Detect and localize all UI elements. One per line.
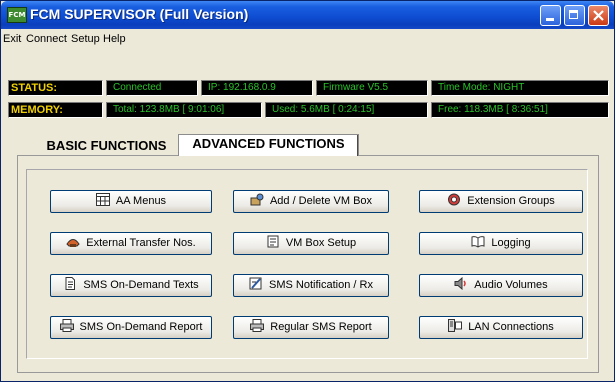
aa-menus-label: AA Menus bbox=[115, 195, 167, 207]
memory-used: Used: 5.6MB [ 0:24:15] bbox=[265, 102, 428, 118]
close-button[interactable] bbox=[588, 5, 609, 26]
add-delete-vm-box-button[interactable]: Add / Delete VM Box bbox=[233, 190, 389, 213]
network-icon bbox=[448, 319, 463, 332]
sms-notification-label: SMS Notification / Rx bbox=[269, 279, 373, 291]
menu-exit[interactable]: Exit bbox=[3, 33, 21, 45]
aa-menus-button[interactable]: AA Menus bbox=[50, 190, 212, 213]
minimize-icon bbox=[546, 18, 554, 21]
menu-bar: Exit Connect Setup Help bbox=[1, 29, 614, 49]
memory-label: MEMORY: bbox=[8, 102, 103, 118]
vm-box-setup-button[interactable]: VM Box Setup bbox=[233, 232, 389, 255]
memory-total: Total: 123.8MB [ 9:01:06] bbox=[106, 102, 262, 118]
app-logo-icon: FCM bbox=[7, 7, 27, 23]
menu-help[interactable]: Help bbox=[103, 33, 126, 45]
minimize-button[interactable] bbox=[540, 5, 561, 26]
document-icon bbox=[63, 277, 77, 290]
maximize-button[interactable] bbox=[564, 5, 585, 26]
sms-on-demand-texts-label: SMS On-Demand Texts bbox=[83, 279, 199, 291]
logging-button[interactable]: Logging bbox=[419, 232, 583, 255]
printer-icon bbox=[59, 319, 74, 332]
title-bar[interactable]: FCM FCM SUPERVISOR (Full Version) bbox=[1, 1, 614, 29]
external-transfer-button[interactable]: External Transfer Nos. bbox=[50, 232, 212, 255]
external-transfer-label: External Transfer Nos. bbox=[86, 237, 196, 249]
sms-notification-button[interactable]: SMS Notification / Rx bbox=[233, 274, 389, 297]
menu-connect[interactable]: Connect bbox=[26, 33, 67, 45]
tab-advanced-functions[interactable]: ADVANCED FUNCTIONS bbox=[178, 134, 359, 156]
tab-basic-functions[interactable]: BASIC FUNCTIONS bbox=[39, 137, 174, 157]
logging-label: Logging bbox=[491, 237, 531, 249]
status-label: STATUS: bbox=[8, 80, 103, 96]
notification-edit-icon bbox=[249, 277, 263, 290]
vm-box-setup-label: VM Box Setup bbox=[285, 237, 357, 249]
printer-icon bbox=[250, 319, 265, 332]
ip-address: IP: 192.168.0.9 bbox=[201, 80, 313, 96]
firmware-version: Firmware V5.5 bbox=[316, 80, 428, 96]
maximize-icon bbox=[569, 10, 578, 19]
sms-on-demand-report-button[interactable]: SMS On-Demand Report bbox=[50, 316, 212, 339]
close-icon bbox=[593, 10, 604, 21]
logging-book-icon bbox=[471, 235, 485, 248]
extension-groups-button[interactable]: Extension Groups bbox=[419, 190, 583, 213]
lan-connections-button[interactable]: LAN Connections bbox=[419, 316, 583, 339]
menu-setup[interactable]: Setup bbox=[71, 33, 100, 45]
memory-free: Free: 118.3MB [ 8:36:51] bbox=[431, 102, 609, 118]
extension-groups-icon bbox=[447, 193, 461, 206]
connection-status: Connected bbox=[106, 80, 198, 96]
sms-on-demand-report-label: SMS On-Demand Report bbox=[79, 321, 203, 333]
speaker-icon bbox=[454, 277, 468, 290]
audio-volumes-button[interactable]: Audio Volumes bbox=[419, 274, 583, 297]
phone-transfer-icon bbox=[66, 235, 80, 248]
menu-grid-icon bbox=[95, 193, 110, 206]
vm-box-setup-icon bbox=[266, 235, 280, 248]
extension-groups-label: Extension Groups bbox=[467, 195, 555, 207]
lan-connections-label: LAN Connections bbox=[468, 321, 554, 333]
sms-on-demand-texts-button[interactable]: SMS On-Demand Texts bbox=[50, 274, 212, 297]
regular-sms-report-label: Regular SMS Report bbox=[270, 321, 372, 333]
regular-sms-report-button[interactable]: Regular SMS Report bbox=[233, 316, 389, 339]
time-mode: Time Mode: NIGHT bbox=[431, 80, 609, 96]
audio-volumes-label: Audio Volumes bbox=[474, 279, 548, 291]
app-window: FCM FCM SUPERVISOR (Full Version) Exit C… bbox=[0, 0, 615, 382]
add-delete-vm-box-label: Add / Delete VM Box bbox=[269, 195, 373, 207]
window-title: FCM SUPERVISOR (Full Version) bbox=[30, 6, 249, 22]
vm-box-add-icon bbox=[250, 193, 264, 206]
